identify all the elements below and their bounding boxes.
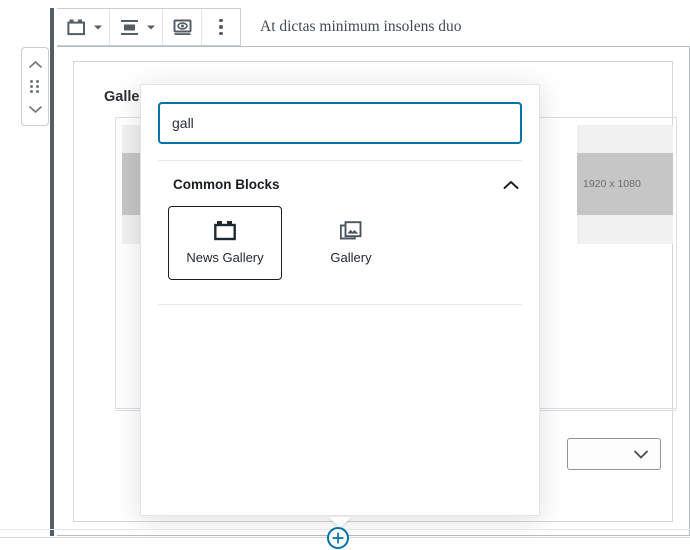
search-input[interactable] [158,102,522,144]
alignment-caret[interactable] [144,9,158,45]
block-type-group [57,9,110,45]
move-up-button[interactable] [22,53,48,75]
block-inserter-popover: Common Blocks News Gallery [140,84,540,528]
chevron-down-icon [147,25,155,29]
chevron-up-icon [503,180,519,189]
document-title: At dictas minimum insolens duo [260,18,462,35]
alignment-group [110,9,163,45]
block-icon [66,19,85,35]
align-center-icon [120,19,138,35]
gallery-images-icon [339,221,363,241]
drag-handle-icon [29,80,41,93]
eye-preview-icon [173,19,191,35]
move-down-button[interactable] [22,98,48,120]
chevron-down-icon [94,25,102,29]
preview-button[interactable] [167,9,197,45]
category-header[interactable]: Common Blocks [141,161,539,192]
alignment-button[interactable] [114,9,144,45]
more-options-group [202,9,240,45]
inserter-search-wrap [141,85,539,144]
plus-circle-icon [332,532,344,544]
block-selection-bar [50,8,54,536]
image-dimensions-label: 1920 x 1080 [577,153,673,215]
ellipsis-vertical-icon [219,18,223,36]
drag-handle-button[interactable] [22,76,48,98]
image-placeholder: 1920 x 1080 [577,125,673,244]
category-collapse-button[interactable] [503,180,519,190]
block-type-button[interactable] [61,9,91,45]
more-options-button[interactable] [206,9,236,45]
chevron-up-icon [28,60,42,68]
block-icon [213,221,237,241]
chevron-down-icon [634,450,648,459]
block-option-news-gallery[interactable]: News Gallery [168,206,282,280]
category-title: Common Blocks [173,177,280,192]
gallery-select-dropdown[interactable] [567,438,661,470]
chevron-down-icon [28,105,42,113]
add-block-button[interactable] [327,527,349,549]
preview-group [163,9,202,45]
block-list: News Gallery Gallery [141,192,539,280]
inserter-bottom-divider [158,304,522,305]
block-option-label: Gallery [330,250,372,265]
block-mover [21,47,49,126]
block-type-caret[interactable] [91,9,105,45]
block-toolbar [57,8,241,46]
editor-root: At dictas minimum insolens duo Gallery 1… [0,0,690,550]
block-option-gallery[interactable]: Gallery [294,206,408,280]
block-option-label: News Gallery [186,250,264,265]
